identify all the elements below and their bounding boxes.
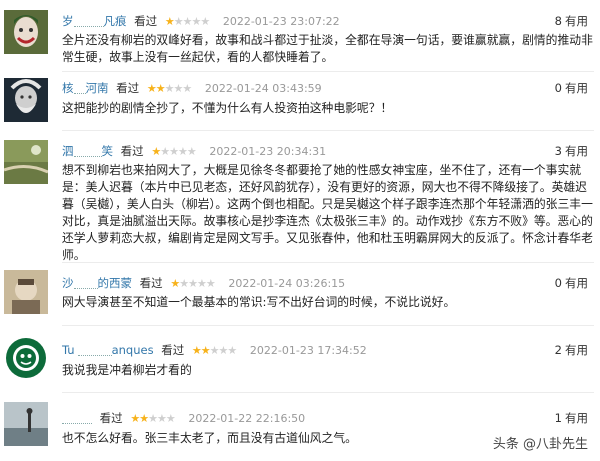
- review-date: 2022-01-23 20:34:31: [209, 145, 327, 158]
- useful-label: 有用: [565, 343, 588, 357]
- divider: [62, 71, 594, 72]
- watched-status: 看过: [120, 144, 144, 158]
- review-text: 全片还没有柳岩的双峰好看，故事和战斗都过于扯淡，全都在导演一句话，要谁赢就赢，剧…: [62, 33, 593, 64]
- rating-stars: ★★★★★: [170, 277, 216, 290]
- user-avatar[interactable]: [4, 402, 48, 446]
- divider: [62, 325, 594, 326]
- watched-status: 看过: [134, 14, 158, 28]
- star-filled-icon: ★: [164, 15, 175, 28]
- useful-count: 8: [554, 14, 562, 28]
- divider: [62, 262, 594, 263]
- star-empty-icon: ★: [156, 412, 167, 425]
- rating-stars: ★★★★★: [191, 344, 237, 357]
- user-avatar[interactable]: [4, 140, 48, 184]
- useful-label: 有用: [565, 81, 588, 95]
- useful-label: 有用: [565, 411, 588, 425]
- rating-stars: ★★★★★: [146, 82, 192, 95]
- watched-status: 看过: [139, 276, 163, 290]
- divider: [62, 392, 594, 393]
- useful-vote[interactable]: 2 有用: [555, 342, 588, 358]
- star-empty-icon: ★: [179, 277, 189, 290]
- star-empty-icon: ★: [227, 344, 237, 357]
- star-empty-icon: ★: [186, 145, 197, 158]
- star-empty-icon: ★: [191, 15, 201, 28]
- review-meta: 岁凡痕 看过 ★★★★★ 2022-01-23 23:07:22: [62, 13, 340, 29]
- star-empty-icon: ★: [148, 412, 158, 425]
- rating-stars: ★★★★★: [164, 15, 210, 28]
- review-date: 2022-01-24 03:43:59: [204, 82, 322, 95]
- review-text: 网大导演甚至不知道一个最基本的常识:写不出好台词的时候，不说比说好。: [62, 295, 456, 309]
- useful-label: 有用: [565, 144, 588, 158]
- useful-count: 1: [554, 411, 562, 425]
- rating-stars: ★★★★★: [130, 412, 176, 425]
- star-filled-icon: ★: [191, 344, 202, 357]
- user-avatar[interactable]: [4, 10, 48, 54]
- useful-vote[interactable]: 8 有用: [555, 13, 588, 29]
- username-link[interactable]: 泗笑: [62, 144, 113, 158]
- star-empty-icon: ★: [169, 145, 179, 158]
- username-link[interactable]: 岁凡痕: [62, 14, 127, 28]
- review-meta: 沙的西蒙 看过 ★★★★★ 2022-01-24 03:26:15: [62, 275, 345, 291]
- watermark: 头条 @八卦先生: [492, 437, 588, 452]
- star-filled-icon: ★: [170, 277, 180, 290]
- rating-stars: ★★★★★: [151, 145, 197, 158]
- star-filled-icon: ★: [200, 344, 211, 357]
- star-empty-icon: ★: [205, 277, 216, 290]
- review-date: 2022-01-23 23:07:22: [222, 15, 340, 28]
- star-filled-icon: ★: [146, 82, 157, 95]
- username-link[interactable]: Tu anques: [62, 343, 154, 357]
- username-link[interactable]: 核河南: [62, 81, 109, 95]
- review-meta: 核河南 看过 ★★★★★ 2022-01-24 03:43:59: [62, 80, 322, 96]
- star-empty-icon: ★: [173, 15, 184, 28]
- review-text: 这把能抄的剧情全抄了，不懂为什么有人投资拍这种电影呢？！: [62, 101, 393, 115]
- user-avatar[interactable]: [4, 270, 48, 314]
- user-avatar[interactable]: [4, 78, 48, 122]
- star-filled-icon: ★: [139, 412, 149, 425]
- review-text: 我说我是冲着柳岩才看的: [62, 363, 192, 377]
- username-link[interactable]: [62, 411, 92, 425]
- username-link[interactable]: 沙的西蒙: [62, 276, 132, 290]
- review-date: 2022-01-24 03:26:15: [228, 277, 346, 290]
- star-empty-icon: ★: [196, 277, 207, 290]
- star-empty-icon: ★: [188, 277, 198, 290]
- useful-count: 0: [554, 276, 562, 290]
- useful-count: 0: [554, 81, 562, 95]
- review-meta: 看过 ★★★★★ 2022-01-22 22:16:50: [62, 410, 305, 426]
- star-filled-icon: ★: [130, 412, 140, 425]
- star-empty-icon: ★: [200, 15, 210, 28]
- useful-vote[interactable]: 3 有用: [555, 143, 588, 159]
- star-empty-icon: ★: [160, 145, 170, 158]
- review-text: 想不到柳岩也来拍网大了，大概是见徐冬冬都要抢了她的性感女神宝座，坐不住了，还有一…: [62, 163, 593, 262]
- star-empty-icon: ★: [177, 145, 188, 158]
- user-avatar[interactable]: [4, 336, 48, 380]
- star-filled-icon: ★: [155, 82, 166, 95]
- useful-count: 3: [554, 144, 562, 158]
- watched-status: 看过: [116, 81, 140, 95]
- useful-label: 有用: [565, 14, 588, 28]
- useful-vote[interactable]: 1 有用: [555, 410, 588, 426]
- star-empty-icon: ★: [182, 82, 192, 95]
- watched-status: 看过: [99, 411, 123, 425]
- star-empty-icon: ★: [165, 412, 176, 425]
- useful-vote[interactable]: 0 有用: [555, 275, 588, 291]
- review-date: 2022-01-22 22:16:50: [188, 412, 306, 425]
- useful-count: 2: [554, 343, 562, 357]
- divider: [62, 130, 594, 131]
- review-meta: Tu anques 看过 ★★★★★ 2022-01-23 17:34:52: [62, 342, 367, 358]
- useful-vote[interactable]: 0 有用: [555, 80, 588, 96]
- review-date: 2022-01-23 17:34:52: [249, 344, 367, 357]
- review-meta: 泗笑 看过 ★★★★★ 2022-01-23 20:34:31: [62, 143, 326, 159]
- useful-label: 有用: [565, 276, 588, 290]
- star-filled-icon: ★: [151, 145, 161, 158]
- watched-status: 看过: [161, 343, 185, 357]
- star-empty-icon: ★: [173, 82, 183, 95]
- star-empty-icon: ★: [209, 344, 220, 357]
